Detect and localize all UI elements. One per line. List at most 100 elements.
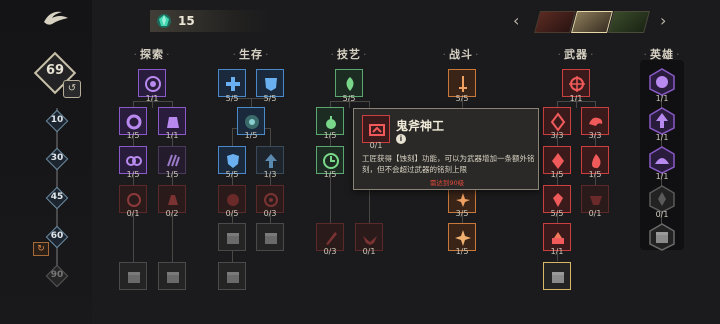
spiral-icon [127, 193, 141, 207]
chest-icon [552, 272, 564, 283]
crystal-icon [552, 153, 564, 169]
talent-count: 0/3 [323, 247, 337, 256]
talent-count: 1/1 [655, 133, 669, 142]
talent-node-survive[interactable] [218, 69, 246, 97]
talent-count: 5/5 [225, 170, 239, 179]
talent-count: 5/5 [263, 94, 277, 103]
wing-icon [590, 196, 602, 205]
talent-count: 1/1 [145, 94, 159, 103]
talent-count: 0/1 [655, 210, 669, 219]
talent-node-locked[interactable] [158, 262, 186, 290]
tooltip-unlock-requirement: 需达到90级 [429, 179, 465, 187]
rune-icon [550, 112, 566, 132]
beast-icon [168, 195, 178, 205]
talent-node-locked[interactable] [218, 223, 246, 251]
sword-icon [459, 76, 467, 92]
talent-count: 1/5 [323, 170, 337, 179]
hero-talent-ascend-icon[interactable] [649, 107, 675, 135]
tooltip-talent-icon [362, 115, 390, 143]
talent-count: 3/5 [455, 209, 469, 218]
talent-count: 1/5 [126, 131, 140, 140]
talent-count: 1/1 [165, 131, 179, 140]
chest-icon [227, 272, 239, 283]
talent-node-craft[interactable] [335, 69, 363, 97]
talent-node-locked[interactable] [218, 262, 246, 290]
previous-character-button[interactable]: ‹ [513, 12, 525, 30]
character-portrait[interactable] [534, 11, 576, 33]
talent-count: 3/3 [550, 131, 564, 140]
talent-tooltip: 0/1 鬼斧神工 i 工匠获得【蚀刻】功能，可以为武器增加一条额外铭刻，但不会超… [353, 108, 539, 190]
reset-talents-button[interactable]: ↺ [63, 80, 81, 98]
talent-screen: 69 ↺ 10 30 45 60 90 ↻ 15 ‹ › · 探索 · · 生存 · ·… [0, 0, 720, 324]
talent-count: 1/5 [244, 131, 258, 140]
health-cross-icon [226, 77, 240, 91]
talent-node-selected[interactable] [543, 262, 571, 290]
game-logo-icon [44, 11, 68, 25]
hero-talent-locked-icon[interactable] [649, 185, 675, 213]
talent-count: 5/5 [225, 94, 239, 103]
ring-icon [126, 114, 142, 130]
flame-icon [592, 154, 601, 169]
talent-node-explore[interactable] [138, 69, 166, 97]
clock-icon [323, 153, 339, 169]
chest-icon [167, 272, 179, 283]
talent-node-combat[interactable] [448, 69, 476, 97]
leaf-icon [346, 77, 354, 91]
next-character-button[interactable]: › [660, 12, 672, 30]
forge-icon [552, 232, 564, 244]
column-header-explore: · 探索 · [133, 48, 171, 61]
talent-count: 5/5 [342, 94, 356, 103]
milestone-10[interactable]: 10 [45, 109, 69, 133]
milestone-90[interactable]: 90 [45, 264, 69, 288]
gem-icon [157, 14, 171, 28]
flame-swirl-icon [227, 194, 239, 206]
vortex-icon [145, 76, 161, 92]
pouch-icon [167, 117, 179, 128]
talent-count: 5/5 [455, 94, 469, 103]
current-level-marker-icon: ↻ [33, 242, 49, 256]
talent-count: 1/1 [655, 172, 669, 181]
milestone-60[interactable]: 60 [45, 225, 69, 249]
column-header-combat: · 战斗 · [442, 48, 480, 61]
talent-count: 1/5 [126, 170, 140, 179]
talent-count: 0/2 [165, 209, 179, 218]
talent-count: 0/1 [362, 247, 376, 256]
currency-amount: 15 [178, 14, 195, 28]
character-portrait-selected[interactable] [571, 11, 613, 33]
arrow-up-icon [265, 154, 277, 168]
talent-count: 1/5 [323, 131, 337, 140]
core-icon [264, 193, 278, 207]
level-sidebar: 69 ↺ 10 30 45 60 90 ↻ [0, 0, 92, 324]
heart-shield-icon [245, 115, 259, 129]
potion-icon [326, 116, 336, 129]
talent-count: 3/3 [588, 131, 602, 140]
blade-icon [326, 232, 337, 245]
talent-count: 1/3 [263, 170, 277, 179]
tooltip-talent-count: 0/1 [369, 141, 383, 150]
talent-node-weapon[interactable] [562, 69, 590, 97]
hero-talent-dome-icon[interactable] [649, 146, 675, 174]
claw-icon [167, 154, 180, 167]
talent-node-locked[interactable] [256, 223, 284, 251]
hero-talent-chest-icon[interactable] [649, 223, 675, 251]
dragon-icon [589, 117, 603, 126]
character-portrait[interactable] [608, 11, 650, 33]
player-level: 69 [45, 63, 65, 78]
milestone-30[interactable]: 30 [45, 147, 69, 171]
talent-node-locked[interactable] [119, 262, 147, 290]
talent-count: 1/1 [569, 94, 583, 103]
tooltip-description: 工匠获得【蚀刻】功能，可以为武器增加一条额外铭刻，但不会超过武器的铭刻上限 [362, 154, 535, 174]
tooltip-title: 鬼斧神工 [396, 119, 445, 133]
info-icon[interactable]: i [396, 134, 406, 144]
rings-icon [126, 156, 142, 166]
talent-count: 0/1 [126, 209, 140, 218]
hero-talent-portal-icon[interactable] [649, 68, 675, 96]
column-header-weapon: · 武器 · [557, 48, 595, 61]
column-header-survive: · 生存 · [232, 48, 270, 61]
talent-node-survive[interactable] [256, 69, 284, 97]
milestone-45[interactable]: 45 [45, 186, 69, 210]
chest-icon [227, 233, 239, 244]
talent-count: 1/5 [455, 247, 469, 256]
chest-icon [128, 272, 140, 283]
gem-shard-icon [553, 193, 563, 207]
